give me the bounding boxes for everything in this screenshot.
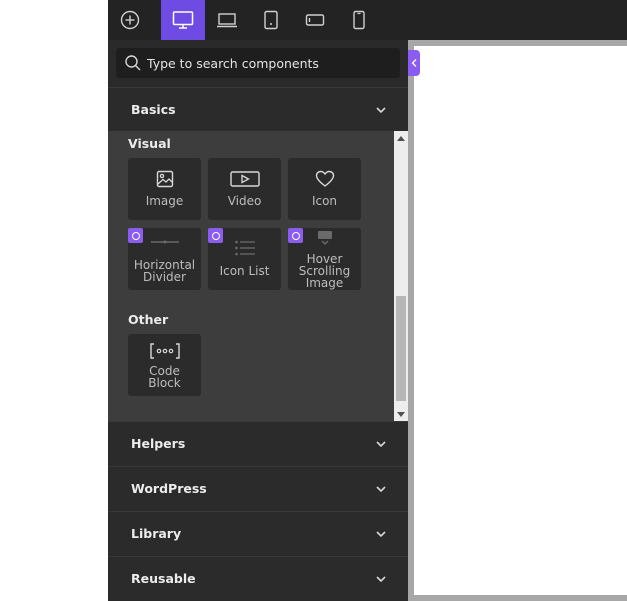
component-video[interactable]: Video <box>208 158 281 220</box>
list-icon <box>208 240 281 256</box>
desktop-icon <box>172 11 194 29</box>
laptop-icon <box>217 13 237 28</box>
component-image-label: Image <box>145 194 184 208</box>
device-tablet-button[interactable] <box>249 0 293 40</box>
scroll-up-arrow-icon[interactable] <box>394 131 408 145</box>
other-section-title: Other <box>128 312 169 327</box>
visual-section-title: Visual <box>128 136 171 151</box>
components-panel: Basics Visual Image <box>108 40 408 601</box>
component-icon-label: Icon <box>311 194 338 208</box>
chevron-down-icon <box>376 575 386 582</box>
component-icon-list-label: Icon List <box>219 264 270 278</box>
chevron-down-icon <box>376 440 386 447</box>
basics-content: Visual Image Video Icon Horizontal Divid… <box>108 131 408 421</box>
section-wordpress-label: WordPress <box>131 481 207 496</box>
device-toolbar <box>108 0 627 40</box>
section-helpers-header[interactable]: Helpers <box>108 421 408 465</box>
canvas-frame <box>408 40 627 601</box>
component-image[interactable]: Image <box>128 158 201 220</box>
scroll-down-arrow-icon[interactable] <box>394 407 408 421</box>
section-basics-label: Basics <box>131 102 176 117</box>
component-code-block-label: Code Block <box>148 364 181 390</box>
search-input[interactable] <box>147 55 387 71</box>
component-hover-scrolling-image[interactable]: Hover Scrolling Image <box>288 228 361 290</box>
content-scrollbar[interactable] <box>394 131 408 421</box>
tablet-icon <box>264 10 278 30</box>
section-wordpress-header[interactable]: WordPress <box>108 466 408 510</box>
video-icon <box>208 171 281 187</box>
section-basics-header[interactable]: Basics <box>108 87 408 131</box>
device-desktop-button[interactable] <box>161 0 205 40</box>
device-laptop-button[interactable] <box>205 0 249 40</box>
add-component-button[interactable] <box>108 0 152 40</box>
device-mobile-button[interactable] <box>337 0 381 40</box>
editor-root: Basics Visual Image <box>0 0 627 601</box>
device-tablet-landscape-button[interactable] <box>293 0 337 40</box>
section-library-label: Library <box>131 526 182 541</box>
component-icon-list[interactable]: Icon List <box>208 228 281 290</box>
code-block-icon <box>128 343 201 359</box>
chevron-left-icon <box>411 59 417 67</box>
component-horizontal-divider[interactable]: Horizontal Divider <box>128 228 201 290</box>
component-code-block[interactable]: Code Block <box>128 334 201 396</box>
section-reusable-label: Reusable <box>131 571 196 586</box>
component-icon[interactable]: Icon <box>288 158 361 220</box>
scrolling-image-icon <box>288 230 361 246</box>
image-icon <box>128 170 201 188</box>
chevron-down-icon <box>376 485 386 492</box>
section-helpers-label: Helpers <box>131 436 186 451</box>
scrollbar-thumb[interactable] <box>396 296 406 401</box>
component-horizontal-divider-label: Horizontal Divider <box>133 258 196 284</box>
search-box <box>116 48 400 78</box>
page-canvas[interactable] <box>414 46 627 595</box>
add-circle-icon <box>120 10 140 30</box>
component-hover-scrolling-image-label: Hover Scrolling Image <box>298 252 351 290</box>
tablet-landscape-icon <box>305 14 325 26</box>
section-library-header[interactable]: Library <box>108 511 408 555</box>
mobile-icon <box>353 10 365 30</box>
component-video-label: Video <box>227 194 262 208</box>
section-reusable-header[interactable]: Reusable <box>108 556 408 600</box>
chevron-down-icon <box>376 530 386 537</box>
search-icon <box>122 52 144 74</box>
chevron-down-icon <box>376 106 386 113</box>
divider-icon <box>128 240 201 244</box>
heart-icon <box>288 170 361 188</box>
panel-collapse-handle[interactable] <box>408 50 420 76</box>
